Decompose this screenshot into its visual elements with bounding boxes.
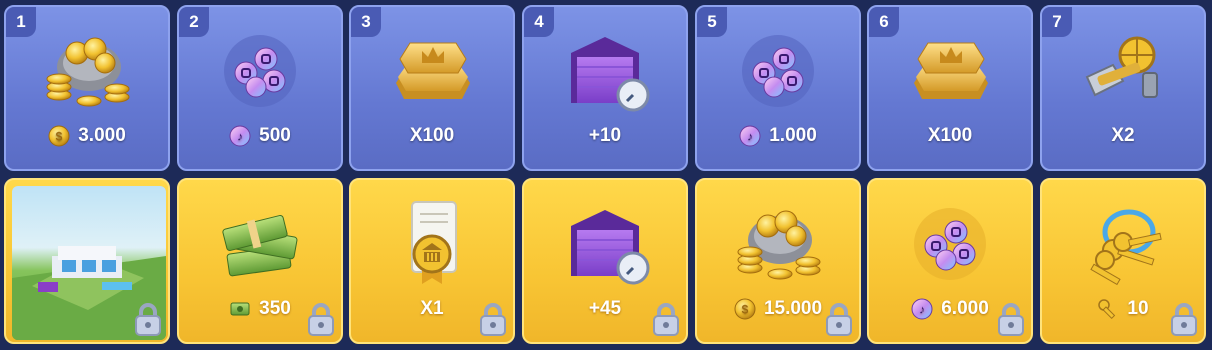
reward-amount: 3.000: [78, 125, 126, 146]
lock-icon: [826, 303, 852, 336]
golden-keys-icon: [1090, 209, 1162, 286]
reward-card-day-3[interactable]: 3 X100: [349, 5, 515, 171]
crown-gold-bars-icon: [396, 42, 470, 99]
garage-speedup-icon: [571, 37, 650, 112]
reward-amount: X2: [1111, 125, 1135, 146]
reward-amount: 500: [259, 125, 291, 146]
day-number: 4: [524, 7, 554, 37]
svg-text:$: $: [742, 303, 749, 317]
day-number: 2: [179, 7, 209, 37]
key-icon: [1098, 299, 1116, 320]
reward-amount: 6.000: [941, 298, 989, 319]
music-token-icon: ♪: [911, 298, 933, 320]
coin-bag-icon: [737, 210, 821, 280]
reward-amount: X1: [420, 298, 444, 319]
lock-icon: [480, 303, 506, 336]
cash-stack-icon: [222, 214, 298, 277]
day-number: 6: [869, 7, 899, 37]
daily-rewards-grid: 1 $ 3.000 2 ♪ 500 3 X100 4 +10 5 ♪ 1.000…: [0, 0, 1212, 350]
premium-reward-card-4[interactable]: +45: [522, 178, 688, 344]
cash-icon: [230, 302, 250, 316]
city-hall-certificate-icon: [411, 201, 457, 284]
reward-amount: +45: [588, 298, 622, 319]
coin-icon: $: [734, 298, 756, 320]
svg-text:♪: ♪: [919, 303, 925, 317]
reward-amount: 10: [1127, 298, 1149, 319]
music-tokens-icon: [224, 35, 296, 107]
premium-reward-card-1[interactable]: [4, 178, 170, 344]
coin-icon: $: [48, 125, 70, 147]
reward-card-day-2[interactable]: 2 ♪ 500: [177, 5, 343, 171]
lock-icon: [1171, 303, 1197, 336]
reward-amount: 15.000: [763, 298, 823, 319]
day-number: 5: [697, 7, 727, 37]
garage-speedup-icon: [571, 210, 650, 285]
reward-amount: 1.000: [769, 125, 817, 146]
day-number: 7: [1042, 7, 1072, 37]
lock-icon: [653, 303, 679, 336]
lock-icon: [998, 303, 1024, 336]
reward-card-day-6[interactable]: 6 X100: [867, 5, 1033, 171]
reward-amount: 350: [259, 298, 291, 319]
reward-amount: X100: [927, 125, 973, 146]
music-token-icon: ♪: [229, 125, 251, 147]
reward-card-day-1[interactable]: 1 $ 3.000: [4, 5, 170, 171]
reward-card-day-5[interactable]: 5 ♪ 1.000: [695, 5, 861, 171]
premium-reward-card-7[interactable]: 10: [1040, 178, 1206, 344]
premium-reward-card-2[interactable]: 350: [177, 178, 343, 344]
reward-card-day-4[interactable]: 4 +10: [522, 5, 688, 171]
lock-icon: [308, 303, 334, 336]
premium-reward-card-5[interactable]: $ 15.000: [695, 178, 861, 344]
music-tokens-icon: [914, 208, 986, 280]
premium-reward-card-6[interactable]: ♪ 6.000: [867, 178, 1033, 344]
reward-card-day-7[interactable]: 7 X2: [1040, 5, 1206, 171]
day-number: 3: [351, 7, 381, 37]
music-tokens-icon: [742, 35, 814, 107]
reward-amount: +10: [588, 125, 622, 146]
music-token-icon: ♪: [739, 125, 761, 147]
premium-reward-card-3[interactable]: X1: [349, 178, 515, 344]
svg-text:♪: ♪: [747, 130, 753, 144]
building-tools-icon: [1085, 36, 1158, 98]
day-number: 1: [6, 7, 36, 37]
coin-bag-icon: [46, 37, 130, 107]
crown-gold-bars-icon: [914, 42, 988, 99]
reward-amount: X100: [409, 125, 455, 146]
svg-text:♪: ♪: [237, 130, 243, 144]
lock-icon: [135, 303, 161, 336]
svg-text:$: $: [56, 130, 63, 144]
